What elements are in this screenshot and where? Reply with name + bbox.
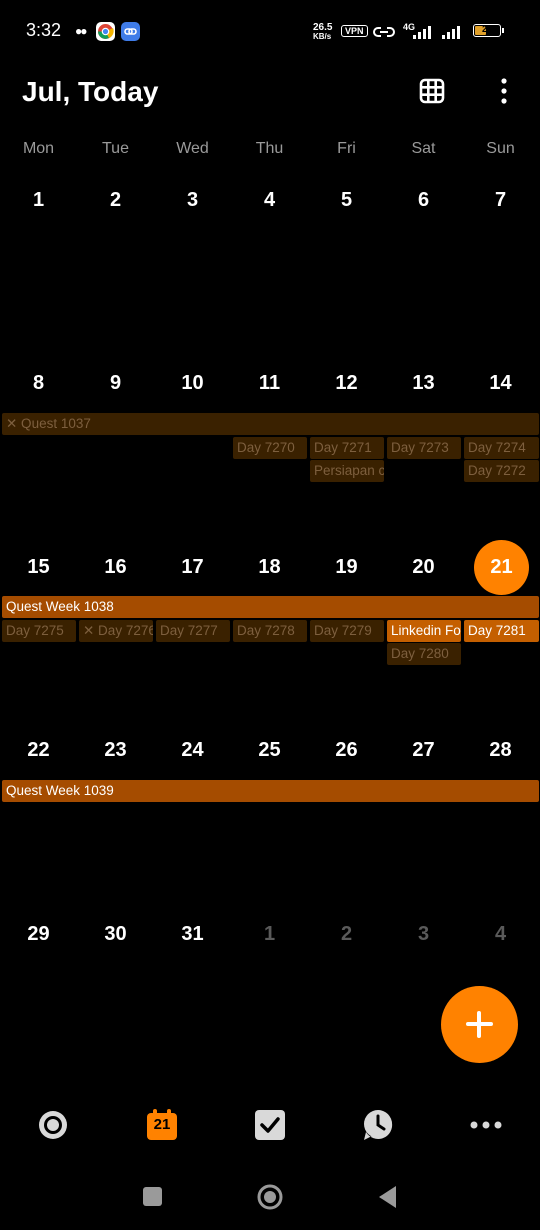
- day-cell[interactable]: 18: [231, 556, 308, 579]
- day-cell[interactable]: 11: [231, 372, 308, 395]
- event-quest-week-1038[interactable]: Quest Week 1038: [2, 596, 539, 618]
- calendar-view-grid-icon[interactable]: [418, 77, 446, 105]
- recent-apps-icon[interactable]: [143, 1187, 162, 1206]
- event-day-7281[interactable]: Day 7281: [464, 620, 539, 642]
- event-day-7279[interactable]: Day 7279: [310, 620, 384, 642]
- day-cell[interactable]: 20: [385, 556, 462, 579]
- day-cell-next-month[interactable]: 4: [462, 923, 539, 946]
- weekday-sun: Sun: [486, 140, 515, 157]
- notification-dots-icon: ●●: [75, 24, 87, 38]
- event-day-7272[interactable]: Day 7272: [464, 460, 539, 482]
- vpn-badge: VPN: [341, 25, 368, 37]
- nav-tasks-checkbox-icon[interactable]: [253, 1108, 287, 1142]
- battery-icon: 27: [473, 24, 501, 37]
- day-cell[interactable]: 14: [462, 372, 539, 395]
- day-cell[interactable]: 28: [462, 739, 539, 762]
- home-icon[interactable]: [257, 1184, 283, 1210]
- event-day-7273[interactable]: Day 7273: [387, 437, 461, 459]
- day-cell[interactable]: 7: [462, 189, 539, 212]
- day-cell[interactable]: 4: [231, 189, 308, 212]
- event-day-7270[interactable]: Day 7270: [233, 437, 307, 459]
- day-cell[interactable]: 10: [154, 372, 231, 395]
- day-cell[interactable]: 9: [77, 372, 154, 395]
- event-persiapan[interactable]: Persiapan c: [310, 460, 384, 482]
- signal-strength-icon-2: [442, 25, 460, 39]
- day-cell[interactable]: 8: [0, 372, 77, 395]
- add-event-button[interactable]: [441, 986, 518, 1063]
- day-cell-next-month[interactable]: 2: [308, 923, 385, 946]
- day-cell[interactable]: 26: [308, 739, 385, 762]
- day-cell[interactable]: 1: [0, 189, 77, 212]
- event-day-7280[interactable]: Day 7280: [387, 643, 461, 665]
- nav-calendar-day: 21: [153, 1116, 171, 1133]
- day-cell[interactable]: 30: [77, 923, 154, 946]
- day-cell[interactable]: 6: [385, 189, 462, 212]
- day-cell[interactable]: 17: [154, 556, 231, 579]
- month-title[interactable]: Jul, Today: [22, 76, 158, 108]
- chrome-icon: [96, 22, 115, 41]
- day-cell-next-month[interactable]: 3: [385, 923, 462, 946]
- weekday-wed: Wed: [176, 140, 209, 157]
- event-quest-1037[interactable]: ✕ Quest 1037: [2, 413, 539, 435]
- battery-level: 27: [481, 24, 492, 34]
- hotspot-link-icon: [373, 24, 395, 45]
- day-cell[interactable]: 25: [231, 739, 308, 762]
- weekday-sat: Sat: [411, 140, 436, 157]
- net-speed: 26.5 KB/s: [313, 22, 333, 42]
- link-app-icon: [121, 22, 140, 41]
- event-quest-week-1039[interactable]: Quest Week 1039: [2, 780, 539, 802]
- plus-icon-vertical: [477, 1011, 481, 1038]
- event-day-7275[interactable]: Day 7275: [2, 620, 76, 642]
- event-day-7276[interactable]: ✕ Day 7276: [79, 620, 153, 642]
- signal-strength-icon-1: [413, 25, 431, 39]
- weekday-tue: Tue: [102, 140, 129, 157]
- day-cell[interactable]: 5: [308, 189, 385, 212]
- day-cell-today[interactable]: 21: [463, 556, 540, 579]
- event-linkedin[interactable]: Linkedin Fo: [387, 620, 461, 642]
- nav-calendar-icon[interactable]: 21: [145, 1108, 179, 1142]
- net-speed-value: 26.5: [313, 22, 333, 33]
- day-cell-next-month[interactable]: 1: [231, 923, 308, 946]
- nav-timer-clock-icon[interactable]: [361, 1108, 395, 1142]
- day-cell[interactable]: 3: [154, 189, 231, 212]
- day-cell[interactable]: 13: [385, 372, 462, 395]
- day-cell[interactable]: 22: [0, 739, 77, 762]
- day-cell[interactable]: 31: [154, 923, 231, 946]
- status-time: 3:32: [26, 20, 62, 40]
- day-cell[interactable]: 2: [77, 189, 154, 212]
- event-day-7274[interactable]: Day 7274: [464, 437, 539, 459]
- nav-habits-ring-icon[interactable]: [36, 1108, 70, 1142]
- battery-tip: [502, 28, 504, 33]
- day-cell[interactable]: 27: [385, 739, 462, 762]
- back-icon[interactable]: [376, 1184, 398, 1210]
- day-cell[interactable]: 15: [0, 556, 77, 579]
- nav-more-icon[interactable]: [469, 1108, 503, 1142]
- weekday-thu: Thu: [255, 140, 284, 157]
- day-cell[interactable]: 12: [308, 372, 385, 395]
- more-options-icon[interactable]: [492, 76, 516, 106]
- net-speed-unit: KB/s: [313, 32, 332, 41]
- weekday-mon: Mon: [22, 140, 55, 157]
- event-day-7271[interactable]: Day 7271: [310, 437, 384, 459]
- event-day-7278[interactable]: Day 7278: [233, 620, 307, 642]
- event-day-7277[interactable]: Day 7277: [156, 620, 230, 642]
- day-cell[interactable]: 19: [308, 556, 385, 579]
- weekday-fri: Fri: [337, 140, 356, 157]
- day-cell[interactable]: 29: [0, 923, 77, 946]
- day-cell[interactable]: 23: [77, 739, 154, 762]
- day-cell[interactable]: 16: [77, 556, 154, 579]
- day-cell[interactable]: 24: [154, 739, 231, 762]
